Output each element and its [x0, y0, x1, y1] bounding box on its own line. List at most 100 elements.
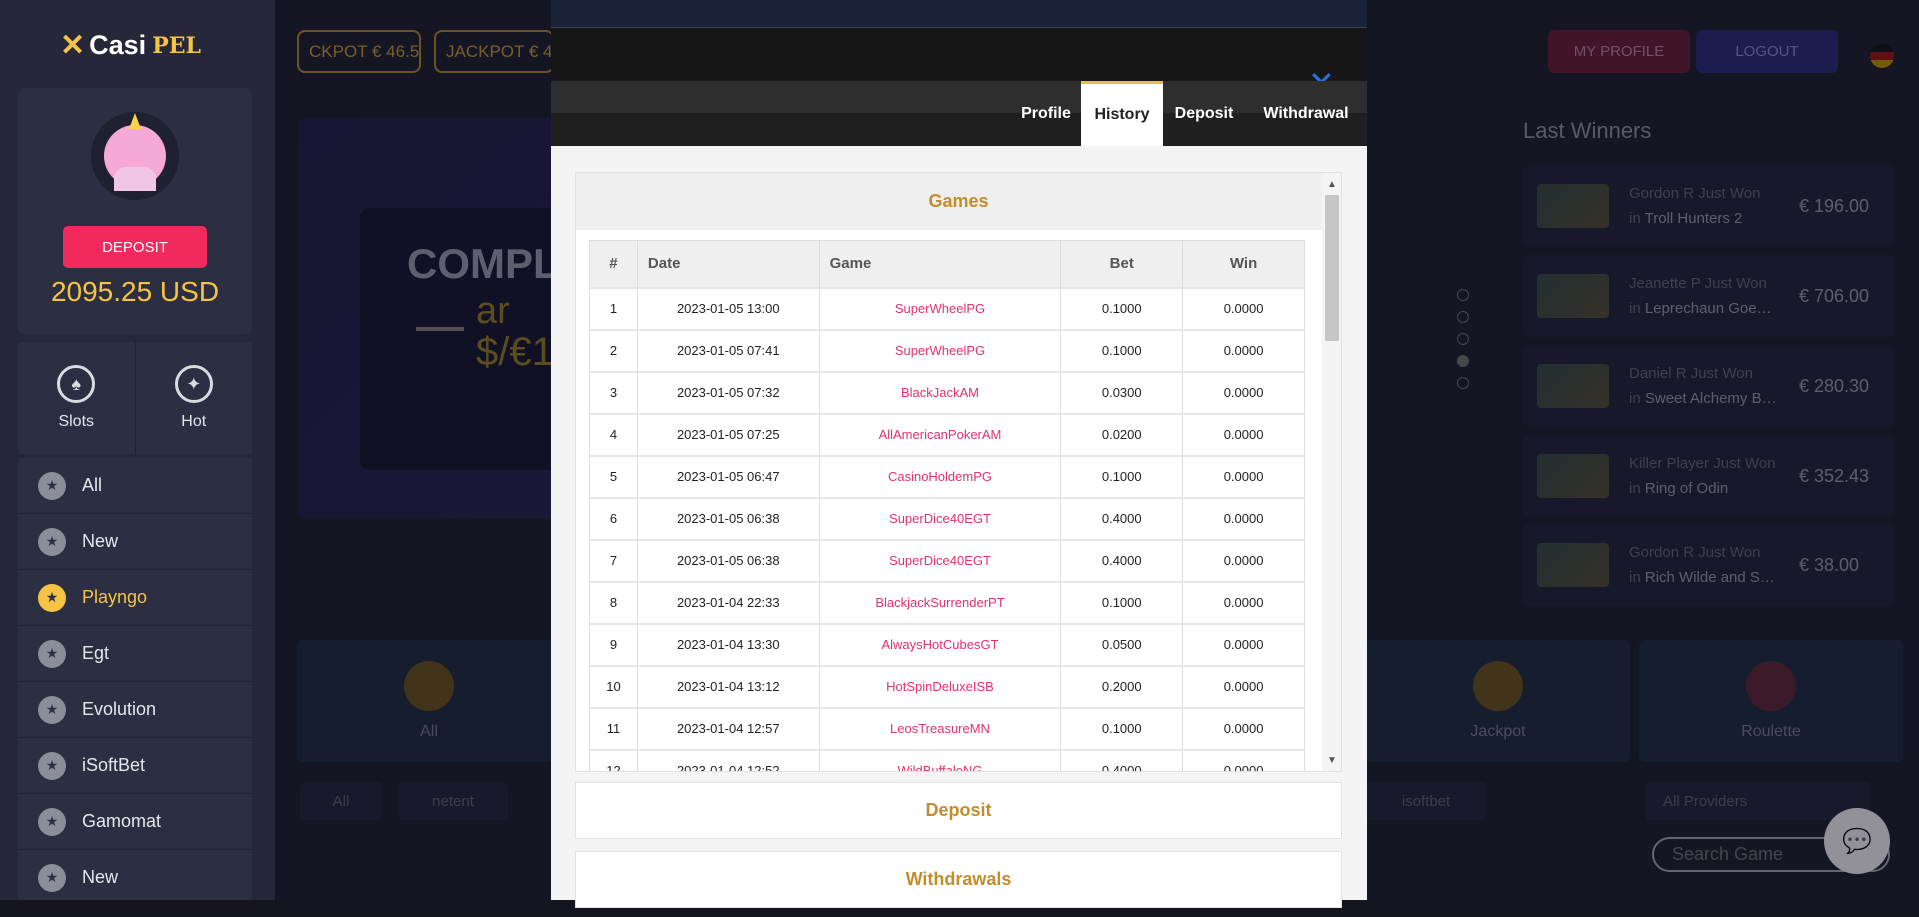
- row-game[interactable]: SuperWheelPG: [818, 328, 1062, 372]
- games-history-table: # Date Game Bet Win 1 2023-01-05 13:00 Sup…: [589, 240, 1305, 771]
- modal-top-bar: [551, 0, 1367, 28]
- row-game[interactable]: BlackJackAM: [818, 370, 1062, 414]
- table-row: 2 2023-01-05 07:41 SuperWheelPG 0.1000 0.000…: [589, 328, 1305, 372]
- cards-icon: ♠: [57, 365, 96, 403]
- tab-deposit[interactable]: Deposit: [1163, 81, 1245, 146]
- menu-item-egt[interactable]: ★ Egt: [18, 626, 252, 682]
- row-game[interactable]: CasinoHoldemPG: [818, 454, 1062, 498]
- scroll-up-arrow-icon[interactable]: ▲: [1327, 179, 1337, 190]
- sidebar-deposit-button[interactable]: DEPOSIT: [63, 226, 207, 268]
- roulette-icon: ✦: [174, 365, 213, 403]
- games-panel-title[interactable]: Games: [576, 173, 1341, 230]
- row-game[interactable]: HotSpinDeluxeISB: [818, 664, 1062, 708]
- menu-item-isoftbet[interactable]: ★ iSoftBet: [18, 738, 252, 794]
- row-date: 2023-01-04 12:57: [636, 706, 820, 750]
- category-hot[interactable]: ✦ Hot: [136, 342, 253, 454]
- row-number: 12: [589, 748, 638, 771]
- provider-menu: ★ All ★ New ★ Playngo ★ Egt ★ Evolution ★ iSof…: [18, 458, 252, 906]
- table-row: 10 2023-01-04 13:12 HotSpinDeluxeISB 0.2000…: [589, 664, 1305, 708]
- row-date: 2023-01-04 22:33: [636, 580, 820, 624]
- star-icon: ★: [38, 863, 66, 892]
- table-row: 7 2023-01-05 06:38 SuperDice40EGT 0.4000 0.0…: [589, 538, 1305, 582]
- column-header-game: Game: [818, 240, 1062, 288]
- row-bet: 0.1000: [1060, 706, 1184, 750]
- games-table-wrapper[interactable]: # Date Game Bet Win 1 2023-01-05 13:00 Sup…: [589, 240, 1305, 771]
- tab-profile[interactable]: Profile: [1005, 81, 1087, 146]
- row-bet: 0.4000: [1060, 538, 1184, 582]
- row-win: 0.0000: [1182, 286, 1305, 330]
- deposit-section-header[interactable]: Deposit: [575, 782, 1342, 839]
- row-win: 0.0000: [1182, 328, 1305, 372]
- table-row: 8 2023-01-04 22:33 BlackjackSurrenderPT 0.1…: [589, 580, 1305, 624]
- row-date: 2023-01-05 07:25: [636, 412, 820, 456]
- menu-item-all[interactable]: ★ All: [18, 458, 252, 514]
- row-game[interactable]: SuperDice40EGT: [818, 496, 1062, 540]
- tab-withdrawal[interactable]: Withdrawal: [1251, 81, 1361, 146]
- menu-item-evolution[interactable]: ★ Evolution: [18, 682, 252, 738]
- row-date: 2023-01-04 12:52: [636, 748, 820, 771]
- casipel-logo[interactable]: ✕ Casi PEL: [60, 28, 201, 63]
- row-win: 0.0000: [1182, 454, 1305, 498]
- scroll-down-arrow-icon[interactable]: ▼: [1327, 755, 1337, 766]
- row-game[interactable]: BlackjackSurrenderPT: [818, 580, 1062, 624]
- row-game[interactable]: SuperDice40EGT: [818, 538, 1062, 582]
- row-game[interactable]: AlwaysHotCubesGT: [818, 622, 1062, 666]
- balance: 2095.25 USD: [50, 276, 220, 307]
- category-label: Hot: [181, 413, 207, 430]
- table-row: 6 2023-01-05 06:38 SuperDice40EGT 0.4000 0.0…: [589, 496, 1305, 540]
- unicorn-avatar-icon: [104, 113, 166, 191]
- row-date: 2023-01-04 13:12: [636, 664, 820, 708]
- star-icon: ★: [38, 527, 66, 556]
- menu-item-label: New: [82, 867, 119, 887]
- row-game[interactable]: SuperWheelPG: [818, 286, 1062, 330]
- menu-item-new[interactable]: ★ New: [18, 514, 252, 570]
- category-slots[interactable]: ♠ Slots: [18, 342, 136, 454]
- logo-pel-text: PEL: [152, 32, 201, 59]
- row-bet: 0.1000: [1060, 580, 1184, 624]
- panel-scrollbar[interactable]: ▲ ▼: [1322, 173, 1341, 771]
- star-icon: ★: [38, 583, 66, 612]
- logo-x-icon: ✕: [60, 29, 86, 62]
- column-header-bet: Bet: [1060, 240, 1184, 288]
- row-number: 6: [589, 496, 638, 540]
- avatar: [91, 112, 179, 200]
- row-date: 2023-01-04 13:30: [636, 622, 820, 666]
- tab-history[interactable]: History: [1081, 81, 1163, 156]
- row-game[interactable]: AllAmericanPokerAM: [818, 412, 1062, 456]
- row-number: 1: [589, 286, 638, 330]
- table-row: 9 2023-01-04 13:30 AlwaysHotCubesGT 0.0500 0…: [589, 622, 1305, 666]
- table-row: 4 2023-01-05 07:25 AllAmericanPokerAM 0.020…: [589, 412, 1305, 456]
- table-row: 12 2023-01-04 12:52 WildBuffaloNG 0.4000 0.0…: [589, 748, 1305, 771]
- column-header-number: #: [589, 240, 638, 288]
- row-game[interactable]: LeosTreasureMN: [818, 706, 1062, 750]
- menu-item-gamomat[interactable]: ★ Gamomat: [18, 794, 252, 850]
- row-win: 0.0000: [1182, 496, 1305, 540]
- account-modal: ✕ Profile History Deposit Withdrawal Gam…: [551, 0, 1367, 908]
- row-number: 9: [589, 622, 638, 666]
- profile-card: DEPOSIT 2095.25 USD: [18, 88, 252, 334]
- row-win: 0.0000: [1182, 748, 1305, 771]
- row-bet: 0.4000: [1060, 496, 1184, 540]
- menu-item-playngo[interactable]: ★ Playngo: [18, 570, 252, 626]
- menu-item-new-2[interactable]: ★ New: [18, 850, 252, 906]
- star-icon: ★: [38, 639, 66, 668]
- menu-item-label: Gamomat: [82, 811, 162, 831]
- row-number: 3: [589, 370, 638, 414]
- menu-item-label: New: [82, 531, 119, 551]
- star-icon: ★: [38, 695, 66, 724]
- games-history-panel: Games # Date Game Bet Win 1 2023-01-05 13…: [575, 172, 1342, 772]
- row-bet: 0.0300: [1060, 370, 1184, 414]
- logo-casi-text: Casi: [89, 30, 147, 60]
- row-win: 0.0000: [1182, 664, 1305, 708]
- category-row: ♠ Slots ✦ Hot: [18, 342, 252, 454]
- star-icon: ★: [38, 751, 66, 780]
- row-bet: 0.1000: [1060, 328, 1184, 372]
- row-number: 8: [589, 580, 638, 624]
- scroll-thumb[interactable]: [1325, 195, 1339, 341]
- menu-item-label: iSoftBet: [82, 755, 146, 775]
- row-game[interactable]: WildBuffaloNG: [818, 748, 1062, 771]
- row-win: 0.0000: [1182, 622, 1305, 666]
- withdrawals-section-header[interactable]: Withdrawals: [575, 851, 1342, 908]
- modal-body: Games # Date Game Bet Win 1 2023-01-05 13…: [551, 146, 1367, 908]
- row-bet: 0.0200: [1060, 412, 1184, 456]
